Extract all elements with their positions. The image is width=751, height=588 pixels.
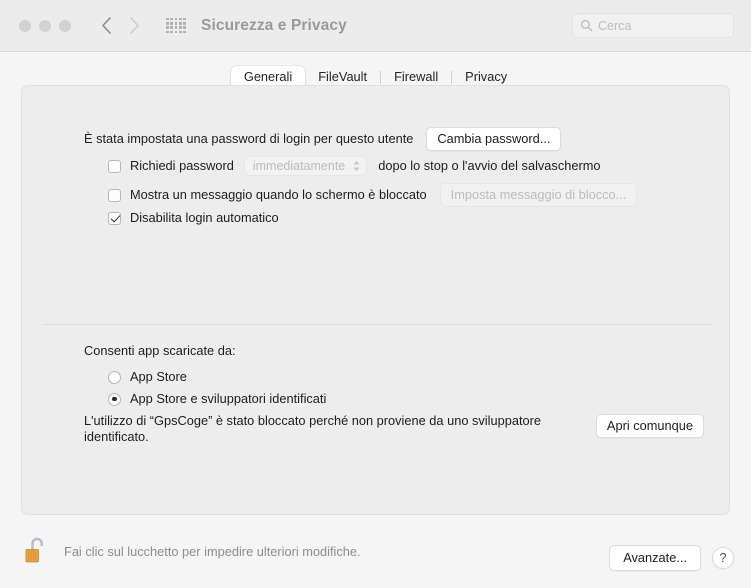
app-store-identified-developers-label: App Store e sviluppatori identificati — [130, 391, 327, 406]
back-chevron-icon[interactable] — [93, 13, 119, 39]
radio-app-store-and-identified-developers[interactable]: App Store e sviluppatori identificati — [108, 391, 326, 407]
page-title: Sicurezza e Privacy — [201, 16, 347, 34]
zoom-button[interactable] — [59, 19, 71, 32]
allow-apps-heading: Consenti app scaricate da: — [84, 343, 236, 358]
require-password-label: Richiedi password — [130, 158, 234, 173]
require-password-checkbox[interactable] — [108, 159, 121, 173]
minimize-button[interactable] — [39, 19, 51, 32]
change-password-button[interactable]: Cambia password... — [426, 127, 562, 151]
show-lock-message-checkbox[interactable] — [108, 188, 121, 202]
general-settings-panel: È stata impostata una password di login … — [21, 85, 730, 515]
lock-hint-label: Fai clic sul lucchetto per impedire ulte… — [64, 543, 361, 559]
set-lock-message-button[interactable]: Imposta messaggio di blocco... — [439, 183, 638, 207]
chevron-updown-icon — [353, 161, 360, 171]
password-status-row: È stata impostata una password di login … — [84, 127, 562, 151]
section-divider — [43, 324, 711, 325]
blocked-app-row: L'utilizzo di “GpsCoge” è stato bloccato… — [84, 413, 704, 444]
search-icon — [580, 19, 593, 32]
require-password-row: Richiedi password immediatamente dopo lo… — [108, 156, 601, 176]
search-field[interactable] — [572, 13, 734, 38]
forward-chevron-icon[interactable] — [121, 13, 147, 39]
show-all-grid-icon[interactable] — [165, 15, 187, 37]
search-input[interactable] — [598, 18, 718, 33]
navigation-buttons — [93, 13, 147, 39]
disable-autologin-checkbox[interactable] — [108, 211, 121, 225]
blocked-app-message: L'utilizzo di “GpsCoge” è stato bloccato… — [84, 413, 542, 444]
disable-autologin-row: Disabilita login automatico — [108, 210, 279, 226]
disable-autologin-label: Disabilita login automatico — [130, 210, 279, 225]
window-titlebar: Sicurezza e Privacy — [0, 0, 751, 52]
app-store-radio[interactable] — [108, 370, 121, 384]
bottom-right-buttons: Avanzate... ? — [609, 545, 734, 571]
require-password-suffix-label: dopo lo stop o l'avvio del salvaschermo — [378, 158, 601, 173]
show-lock-message-label: Mostra un messaggio quando lo schermo è … — [130, 187, 427, 202]
help-button[interactable]: ? — [712, 547, 734, 569]
unlocked-padlock-icon[interactable] — [24, 536, 50, 566]
radio-app-store[interactable]: App Store — [108, 369, 187, 385]
close-button[interactable] — [19, 19, 31, 32]
app-store-label: App Store — [130, 369, 187, 384]
show-lock-message-row: Mostra un messaggio quando lo schermo è … — [108, 183, 638, 207]
app-store-identified-developers-radio[interactable] — [108, 392, 121, 406]
require-password-delay-value: immediatamente — [252, 159, 346, 173]
system-preferences-window: Sicurezza e Privacy Generali FileVault F… — [0, 0, 751, 588]
advanced-button[interactable]: Avanzate... — [609, 545, 701, 571]
password-status-label: È stata impostata una password di login … — [84, 131, 414, 146]
open-anyway-button[interactable]: Apri comunque — [595, 414, 704, 438]
traffic-light-buttons — [19, 19, 71, 32]
require-password-delay-popup[interactable]: immediatamente — [243, 156, 368, 176]
lock-area: Fai clic sul lucchetto per impedire ulte… — [24, 536, 361, 566]
